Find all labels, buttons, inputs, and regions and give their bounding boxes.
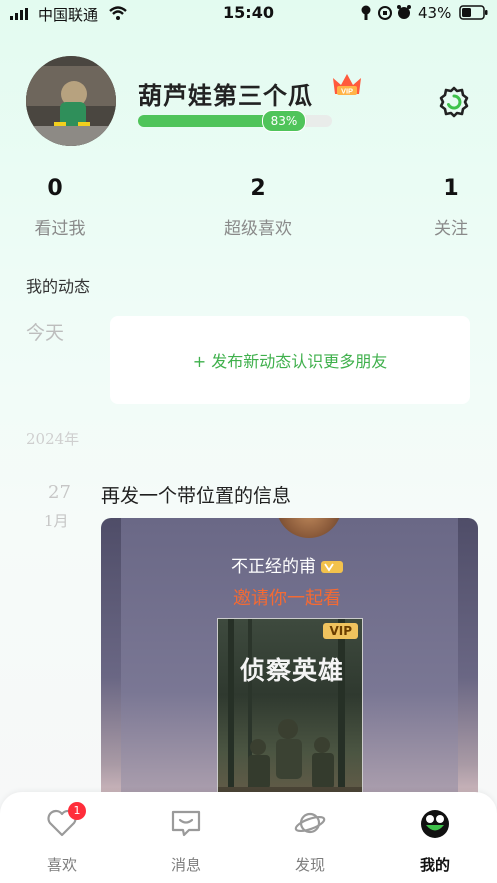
movie-poster[interactable]: VIP 侦察英雄 xyxy=(217,618,363,808)
stat-super-likes-label: 超级喜欢 xyxy=(224,219,292,239)
planet-icon xyxy=(294,812,326,834)
bottom-tab-bar: 1 喜欢 消息 发现 我的 xyxy=(0,792,497,883)
avatar-photo xyxy=(26,56,116,146)
tab-messages[interactable]: 消息 xyxy=(146,806,226,875)
stat-following[interactable]: 1 xyxy=(411,176,491,201)
tab-likes[interactable]: 1 喜欢 xyxy=(22,802,102,875)
tab-discover[interactable]: 发现 xyxy=(270,806,350,875)
new-post-label: + 发布新动态认识更多朋友 xyxy=(192,352,388,371)
poster-art xyxy=(218,619,362,808)
poster-vip-tag: VIP xyxy=(323,623,358,639)
tab-me[interactable]: 我的 xyxy=(395,806,475,875)
alarm-icon xyxy=(397,5,411,19)
vip-badge-icon xyxy=(321,561,344,573)
avatar[interactable] xyxy=(26,56,116,146)
tab-me-label: 我的 xyxy=(419,856,450,874)
new-post-button[interactable]: + 发布新动态认识更多朋友 xyxy=(110,316,470,404)
status-bar: 中国联通 15:40 43% xyxy=(0,0,497,28)
battery-icon xyxy=(459,5,488,20)
stat-visitors[interactable]: 0 xyxy=(15,176,95,201)
share-card-body: 不正经的甫 邀请你一起看 VIP 侦察英雄 xyxy=(121,518,458,808)
vip-crown-icon: VIP xyxy=(333,74,361,96)
sharer-name-text: 不正经的甫 xyxy=(231,557,316,577)
likes-badge: 1 xyxy=(68,802,86,820)
stat-following-label: 关注 xyxy=(434,219,468,239)
location-icon xyxy=(361,5,371,20)
entry-month: 1月 xyxy=(44,512,69,530)
profile-progress-label: 83% xyxy=(262,110,306,132)
vip-crown-label: VIP xyxy=(341,87,353,96)
sharer-avatar xyxy=(276,518,342,538)
shared-invite-card[interactable]: 不正经的甫 邀请你一起看 VIP 侦察英雄 xyxy=(101,518,478,808)
year-label: 2024年 xyxy=(26,430,80,448)
message-icon xyxy=(171,810,201,837)
stat-visitors-label: 看过我 xyxy=(34,219,86,239)
section-title: 我的动态 xyxy=(26,277,91,296)
stat-visitors-count: 0 xyxy=(47,176,63,201)
invite-text: 邀请你一起看 xyxy=(233,588,341,609)
stat-following-count: 1 xyxy=(443,176,459,201)
tab-messages-label: 消息 xyxy=(170,856,201,874)
stat-super-likes-count: 2 xyxy=(250,176,266,201)
frog-face-icon xyxy=(421,810,449,838)
settings-gear-icon[interactable] xyxy=(436,84,472,120)
battery-percent: 43% xyxy=(418,4,452,22)
sharer-name: 不正经的甫 xyxy=(231,552,344,577)
stat-super-likes[interactable]: 2 xyxy=(218,176,298,201)
username: 葫芦娃第三个瓜 xyxy=(138,82,313,110)
entry-text[interactable]: 再发一个带位置的信息 xyxy=(101,481,291,508)
tab-discover-label: 发现 xyxy=(294,856,325,874)
entry-day: 27 xyxy=(48,482,71,503)
tab-likes-label: 喜欢 xyxy=(46,856,77,874)
today-label: 今天 xyxy=(26,322,65,344)
rotation-lock-icon xyxy=(378,6,392,20)
poster-title: 侦察英雄 xyxy=(240,656,345,685)
